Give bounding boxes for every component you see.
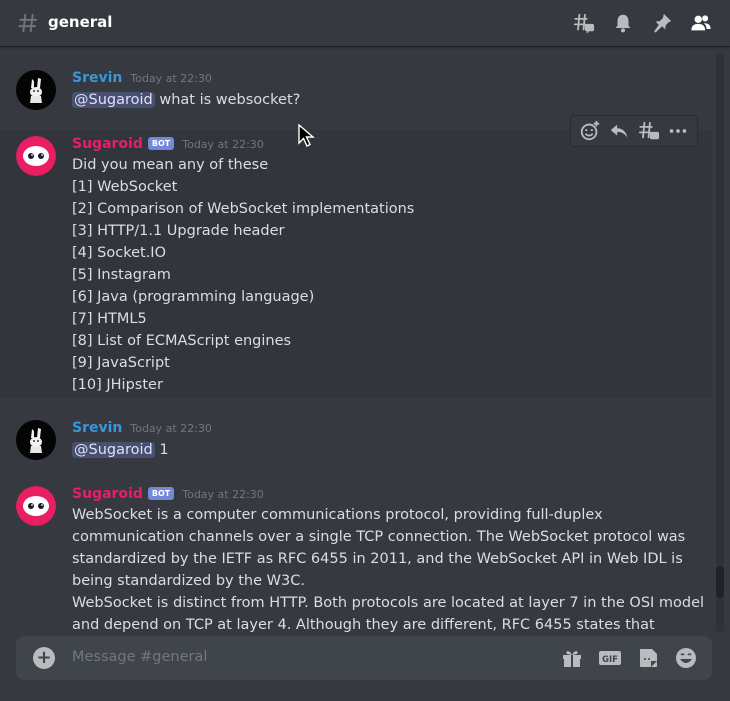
sugaroid-avatar-image bbox=[16, 486, 56, 526]
message-line: [9] JavaScript bbox=[72, 355, 170, 371]
scrollbar-track[interactable] bbox=[716, 52, 724, 632]
rabbit-avatar-image bbox=[16, 420, 56, 460]
message-line: [1] WebSocket bbox=[72, 179, 178, 195]
scrollbar-thumb[interactable] bbox=[716, 566, 724, 598]
message-text: what is websocket? bbox=[154, 92, 301, 108]
sugaroid-avatar-image bbox=[16, 136, 56, 176]
message-line: [7] HTML5 bbox=[72, 311, 147, 327]
message-sugaroid-2[interactable]: Sugaroid BOT Today at 22:30 WebSocket is… bbox=[0, 480, 712, 635]
bell-icon[interactable] bbox=[612, 12, 634, 34]
author-name[interactable]: Srevin bbox=[72, 70, 122, 86]
message-content: @Sugaroid what is websocket? bbox=[72, 89, 300, 111]
pin-icon[interactable] bbox=[651, 12, 673, 34]
message-line: and depend on TCP at layer 4. Although t… bbox=[72, 617, 655, 633]
more-icon[interactable] bbox=[667, 120, 689, 142]
rabbit-avatar-image bbox=[16, 70, 56, 110]
hash-icon bbox=[18, 13, 38, 33]
bot-badge: BOT bbox=[147, 487, 175, 500]
plus-icon: + bbox=[36, 647, 52, 668]
sugaroid-avatar[interactable] bbox=[16, 136, 56, 176]
message-line: being standardized by the W3C. bbox=[72, 573, 305, 589]
message-line: WebSocket is distinct from HTTP. Both pr… bbox=[72, 595, 705, 611]
gift-icon[interactable] bbox=[560, 646, 584, 670]
message-srevin-1[interactable]: Srevin Today at 22:30 @Sugaroid what is … bbox=[0, 62, 712, 116]
create-thread-icon[interactable] bbox=[638, 120, 660, 142]
reply-icon[interactable] bbox=[608, 120, 630, 142]
sticker-icon[interactable] bbox=[636, 646, 660, 670]
message-line: communication channels over a single TCP… bbox=[72, 529, 686, 545]
message-composer[interactable]: + Message #general GIF bbox=[16, 636, 712, 680]
srevin-avatar[interactable] bbox=[16, 420, 56, 460]
message-line: [6] Java (programming language) bbox=[72, 289, 315, 305]
threads-icon[interactable] bbox=[573, 12, 595, 34]
bot-badge: BOT bbox=[147, 137, 175, 150]
message-line: Did you mean any of these bbox=[72, 157, 269, 173]
message-line: [2] Comparison of WebSocket implementati… bbox=[72, 201, 415, 217]
message-line: WebSocket is a computer communications p… bbox=[72, 507, 603, 523]
message-line: standardized by the IETF as RFC 6455 in … bbox=[72, 551, 683, 567]
message-hover-toolbar bbox=[570, 115, 698, 147]
members-icon[interactable] bbox=[690, 12, 712, 34]
author-name[interactable]: Sugaroid bbox=[72, 486, 143, 502]
user-mention[interactable]: @Sugaroid bbox=[72, 442, 155, 458]
emoji-icon[interactable] bbox=[674, 646, 698, 670]
message-srevin-2[interactable]: Srevin Today at 22:30 @Sugaroid 1 bbox=[0, 412, 712, 466]
timestamp: Today at 22:30 bbox=[130, 422, 212, 435]
timestamp: Today at 22:30 bbox=[182, 488, 264, 501]
message-list[interactable]: Srevin Today at 22:30 @Sugaroid what is … bbox=[0, 48, 712, 635]
message-sugaroid-1[interactable]: Sugaroid BOT Today at 22:30 Did you mean… bbox=[0, 130, 712, 398]
timestamp: Today at 22:30 bbox=[182, 138, 264, 151]
timestamp: Today at 22:30 bbox=[130, 72, 212, 85]
message-line: [4] Socket.IO bbox=[72, 245, 166, 261]
channel-title: general bbox=[48, 13, 113, 31]
message-line: [5] Instagram bbox=[72, 267, 171, 283]
mouse-cursor-icon bbox=[298, 124, 315, 147]
message-content: @Sugaroid 1 bbox=[72, 439, 169, 461]
channel-header: general bbox=[0, 0, 730, 47]
author-name[interactable]: Sugaroid bbox=[72, 136, 143, 152]
author-name[interactable]: Srevin bbox=[72, 420, 122, 436]
message-line: [8] List of ECMAScript engines bbox=[72, 333, 292, 349]
srevin-avatar[interactable] bbox=[16, 70, 56, 110]
sugaroid-avatar[interactable] bbox=[16, 486, 56, 526]
message-line: [10] JHipster bbox=[72, 377, 163, 393]
upload-button[interactable]: + bbox=[33, 647, 55, 669]
message-line: [3] HTTP/1.1 Upgrade header bbox=[72, 223, 285, 239]
user-mention[interactable]: @Sugaroid bbox=[72, 92, 155, 108]
message-input[interactable]: Message #general bbox=[72, 649, 207, 665]
add-reaction-icon[interactable] bbox=[579, 120, 601, 142]
svg-text:GIF: GIF bbox=[602, 655, 618, 665]
message-text: 1 bbox=[154, 442, 169, 458]
gif-icon[interactable]: GIF bbox=[598, 646, 622, 670]
